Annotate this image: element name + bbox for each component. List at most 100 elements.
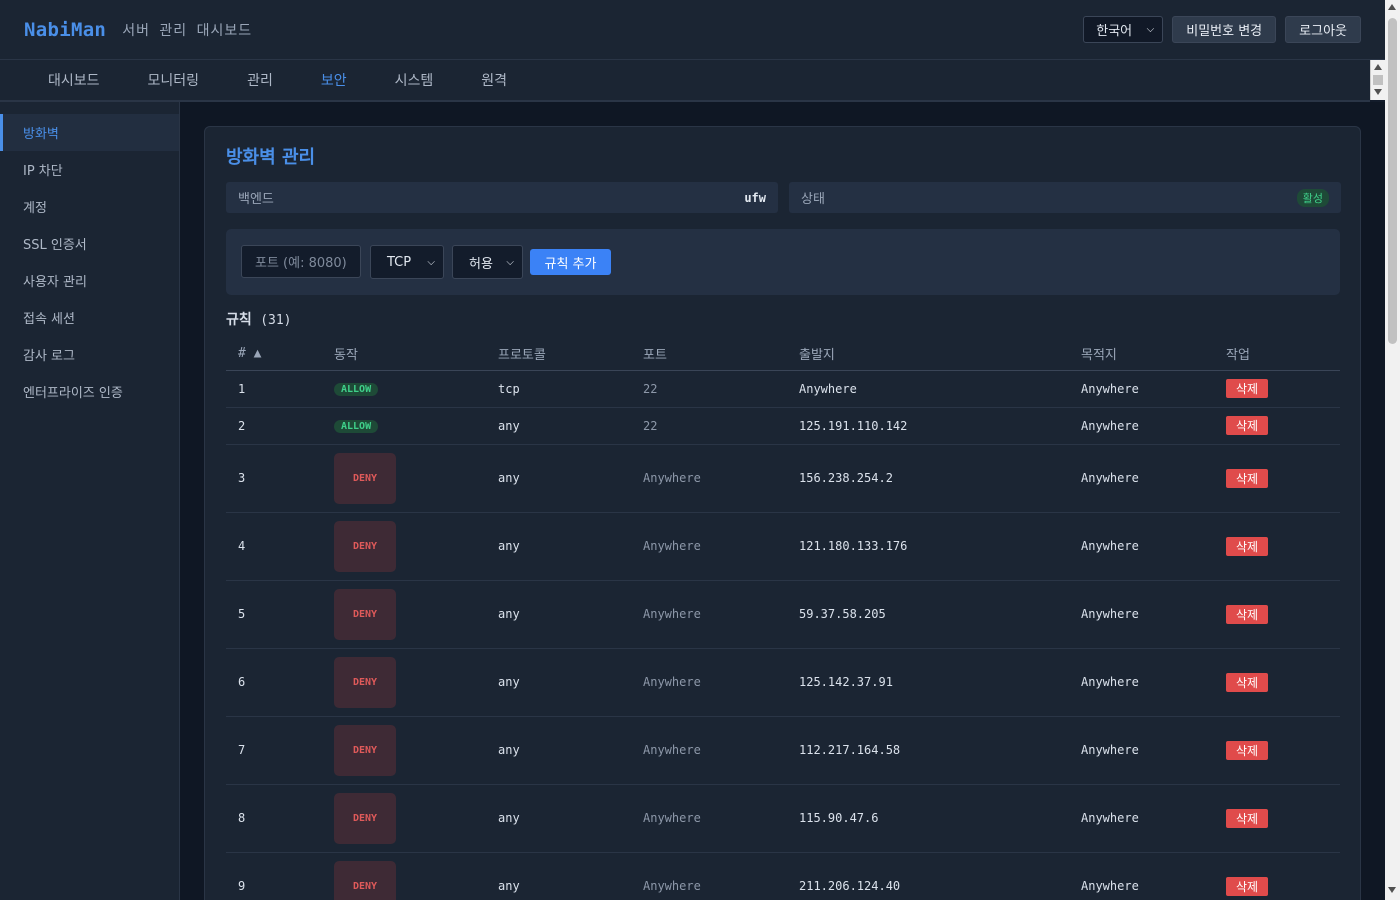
rule-from: 121.180.133.176 xyxy=(787,512,1069,581)
delete-button[interactable]: 삭제 xyxy=(1226,604,1268,624)
chevron-down-icon: ⌵ xyxy=(427,256,435,268)
firewall-panel: 방화벽 관리 백엔드 ufw 상태 활성 포트 (예: 8080) TCP ⌵ … xyxy=(204,126,1361,900)
action-badge: DENY xyxy=(334,452,396,504)
status-info: 상태 활성 xyxy=(789,182,1341,213)
rule-to: Anywhere xyxy=(1069,512,1214,581)
action-badge: DENY xyxy=(334,656,396,708)
app-subtitle: 서버 관리 대시보드 xyxy=(122,22,253,39)
rule-protocol: any xyxy=(486,852,631,900)
rules-table: # ▲ 동작 프로토콜 포트 출발지 목적지 작업 1 ALLOW tcp 22… xyxy=(226,337,1340,900)
sidebar-item-ip-block[interactable]: IP 차단 xyxy=(0,151,179,188)
add-rule-button[interactable]: 규칙 추가 xyxy=(530,249,611,275)
page-title: 방화벽 관리 xyxy=(226,147,316,168)
status-badge: 활성 xyxy=(1296,188,1329,207)
chevron-down-icon: ⌵ xyxy=(506,256,514,268)
sidebar-item-accounts[interactable]: 계정 xyxy=(0,188,179,225)
delete-button[interactable]: 삭제 xyxy=(1226,416,1268,435)
rule-from: 156.238.254.2 xyxy=(787,444,1069,513)
scroll-down-arrow-icon[interactable] xyxy=(1374,89,1382,95)
table-row: 6 DENY any Anywhere 125.142.37.91 Anywhe… xyxy=(226,648,1340,717)
port-input[interactable]: 포트 (예: 8080) xyxy=(241,245,361,278)
action-badge: DENY xyxy=(334,588,396,640)
action-badge: ALLOW xyxy=(334,383,379,396)
scroll-thumb[interactable] xyxy=(1388,18,1397,344)
rule-protocol: any xyxy=(486,784,631,853)
rule-port: Anywhere xyxy=(631,648,787,717)
rule-num: 4 xyxy=(226,512,322,581)
table-row: 1 ALLOW tcp 22 Anywhere Anywhere 삭제 xyxy=(226,370,1340,408)
logout-button[interactable]: 로그아웃 xyxy=(1285,16,1361,43)
rule-num: 9 xyxy=(226,852,322,900)
delete-button[interactable]: 삭제 xyxy=(1226,379,1268,398)
action-select[interactable]: 허용 ⌵ xyxy=(452,245,523,279)
sidebar-item-users[interactable]: 사용자 관리 xyxy=(0,262,179,299)
sidebar-item-audit-log[interactable]: 감사 로그 xyxy=(0,336,179,373)
delete-button[interactable]: 삭제 xyxy=(1226,672,1268,692)
col-to-header[interactable]: 목적지 xyxy=(1069,337,1214,371)
rule-port: Anywhere xyxy=(631,512,787,581)
nav-monitoring[interactable]: 모니터링 xyxy=(124,70,224,90)
action-badge: DENY xyxy=(334,860,396,900)
rule-protocol: any xyxy=(486,407,631,445)
rule-to: Anywhere xyxy=(1069,580,1214,649)
delete-button[interactable]: 삭제 xyxy=(1226,536,1268,556)
sidebar-item-sessions[interactable]: 접속 세션 xyxy=(0,299,179,336)
table-row: 4 DENY any Anywhere 121.180.133.176 Anyw… xyxy=(226,512,1340,581)
rule-num: 8 xyxy=(226,784,322,853)
table-row: 9 DENY any Anywhere 211.206.124.40 Anywh… xyxy=(226,852,1340,900)
col-protocol-header[interactable]: 프로토콜 xyxy=(486,337,631,371)
protocol-select[interactable]: TCP ⌵ xyxy=(370,245,444,279)
table-row: 2 ALLOW any 22 125.191.110.142 Anywhere … xyxy=(226,407,1340,445)
nav-scrollbar[interactable] xyxy=(1370,60,1385,100)
rule-to: Anywhere xyxy=(1069,648,1214,717)
sidebar: 방화벽 IP 차단 계정 SSL 인증서 사용자 관리 접속 세션 감사 로그 … xyxy=(0,102,180,900)
action-badge: ALLOW xyxy=(334,420,379,433)
scroll-up-arrow-icon[interactable] xyxy=(1374,64,1382,70)
nav-management[interactable]: 관리 xyxy=(223,70,297,90)
backend-value: ufw xyxy=(744,190,766,205)
rule-protocol: any xyxy=(486,444,631,513)
col-from-header[interactable]: 출발지 xyxy=(787,337,1069,371)
rule-to: Anywhere xyxy=(1069,716,1214,785)
rule-from: 115.90.47.6 xyxy=(787,784,1069,853)
rule-num: 2 xyxy=(226,407,322,445)
rule-port: Anywhere xyxy=(631,852,787,900)
delete-button[interactable]: 삭제 xyxy=(1226,876,1268,896)
action-badge: DENY xyxy=(334,520,396,572)
delete-button[interactable]: 삭제 xyxy=(1226,740,1268,760)
sidebar-item-enterprise-auth[interactable]: 엔터프라이즈 인증 xyxy=(0,373,179,410)
language-select[interactable]: 한국어 ⌵ xyxy=(1083,16,1164,43)
rule-protocol: any xyxy=(486,512,631,581)
rule-num: 7 xyxy=(226,716,322,785)
rule-port: Anywhere xyxy=(631,784,787,853)
change-password-button[interactable]: 비밀번호 변경 xyxy=(1172,16,1277,43)
scroll-up-arrow-icon[interactable] xyxy=(1388,4,1396,10)
delete-button[interactable]: 삭제 xyxy=(1226,468,1268,488)
rule-num: 6 xyxy=(226,648,322,717)
delete-button[interactable]: 삭제 xyxy=(1226,808,1268,828)
col-num-header[interactable]: # ▲ xyxy=(226,337,322,371)
scroll-thumb[interactable] xyxy=(1373,75,1383,85)
rule-to: Anywhere xyxy=(1069,852,1214,900)
nav-system[interactable]: 시스템 xyxy=(371,70,458,90)
col-action-header[interactable]: 동작 xyxy=(322,337,486,371)
nav-dashboard[interactable]: 대시보드 xyxy=(24,70,124,90)
page-scrollbar[interactable] xyxy=(1385,0,1400,900)
rule-port: Anywhere xyxy=(631,716,787,785)
nav-remote[interactable]: 원격 xyxy=(457,70,531,90)
rule-to: Anywhere xyxy=(1069,370,1214,408)
action-badge: DENY xyxy=(334,724,396,776)
nav-security[interactable]: 보안 xyxy=(297,70,371,90)
rule-port: Anywhere xyxy=(631,444,787,513)
rule-num: 5 xyxy=(226,580,322,649)
rule-from: 59.37.58.205 xyxy=(787,580,1069,649)
top-nav: 대시보드 모니터링 관리 보안 시스템 원격 xyxy=(0,60,1370,102)
rule-protocol: any xyxy=(486,580,631,649)
table-row: 5 DENY any Anywhere 59.37.58.205 Anywher… xyxy=(226,580,1340,649)
sidebar-item-firewall[interactable]: 방화벽 xyxy=(0,114,179,151)
col-ops-header[interactable]: 작업 xyxy=(1214,337,1340,371)
rule-to: Anywhere xyxy=(1069,784,1214,853)
col-port-header[interactable]: 포트 xyxy=(631,337,787,371)
scroll-down-arrow-icon[interactable] xyxy=(1388,887,1396,893)
sidebar-item-ssl[interactable]: SSL 인증서 xyxy=(0,225,179,262)
